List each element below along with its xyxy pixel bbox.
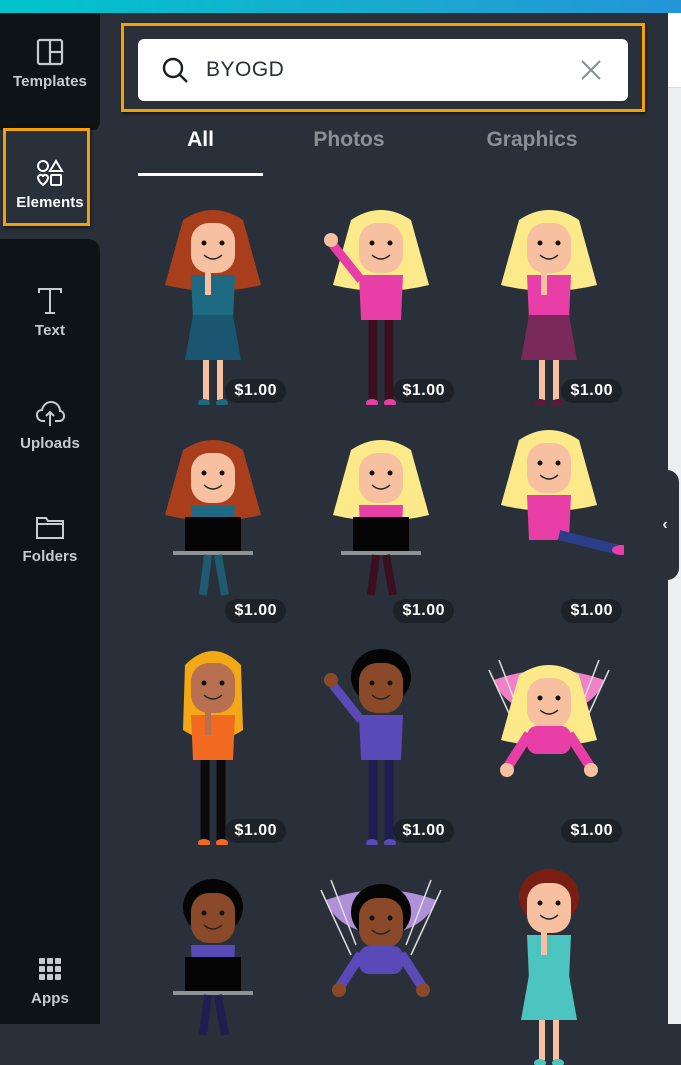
result-card[interactable]: $1.00 <box>474 640 624 845</box>
templates-icon <box>36 38 64 65</box>
price-badge: $1.00 <box>225 379 286 403</box>
character-illustration <box>501 210 597 405</box>
canvas-toolbar-edge <box>668 13 681 88</box>
price-badge: $1.00 <box>393 819 454 843</box>
rail-item-text[interactable]: Text <box>0 256 100 369</box>
price-badge: $1.00 <box>225 599 286 623</box>
elements-icon <box>37 159 64 187</box>
rail-item-apps[interactable]: Apps <box>0 936 100 1024</box>
search-input[interactable] <box>206 58 566 82</box>
search-bar <box>138 39 628 101</box>
rail-item-label: Elements <box>16 194 84 211</box>
result-card[interactable]: $1.00 <box>306 640 456 845</box>
result-card[interactable]: $1.00 <box>306 200 456 405</box>
rail-item-label: Folders <box>22 548 78 565</box>
price-badge: $1.00 <box>561 599 622 623</box>
character-illustration <box>324 210 429 405</box>
price-badge: $1.00 <box>393 379 454 403</box>
tab-graphics[interactable]: Graphics <box>468 128 596 176</box>
price-badge: $1.00 <box>393 599 454 623</box>
result-card[interactable] <box>138 860 288 1065</box>
rail-item-label: Apps <box>31 989 69 1007</box>
upload-cloud-icon <box>35 400 65 426</box>
price-badge: $1.00 <box>561 379 622 403</box>
character-illustration <box>488 659 610 777</box>
character-illustration <box>324 649 411 845</box>
result-card[interactable]: $1.00 <box>474 420 624 625</box>
result-card[interactable]: $1.00 <box>474 200 624 405</box>
character-illustration <box>519 869 579 1065</box>
character-illustration <box>320 879 442 997</box>
side-rail: Templates Elements Text Uploads Folders … <box>0 13 100 1024</box>
text-icon <box>38 288 62 314</box>
character-illustration <box>173 879 253 1036</box>
tab-photos[interactable]: Photos <box>286 128 412 176</box>
character-illustration <box>183 651 243 845</box>
result-card[interactable]: $1.00 <box>138 200 288 405</box>
chevron-left-icon: ‹ <box>662 516 668 533</box>
rail-item-uploads[interactable]: Uploads <box>0 369 100 482</box>
rail-item-label: Text <box>34 322 66 339</box>
rail-item-folders[interactable]: Folders <box>0 482 100 595</box>
rail-item-templates[interactable]: Templates <box>0 13 100 113</box>
character-illustration <box>165 210 261 405</box>
folder-icon <box>36 517 64 539</box>
close-icon[interactable] <box>579 58 603 82</box>
rail-item-elements[interactable]: Elements <box>0 130 100 239</box>
character-illustration <box>165 440 261 596</box>
result-card[interactable]: $1.00 <box>306 420 456 625</box>
result-card[interactable]: $1.00 <box>138 420 288 625</box>
collapse-panel-button[interactable]: ‹ <box>651 470 679 580</box>
search-icon <box>162 57 188 83</box>
character-illustration <box>333 440 429 596</box>
result-card[interactable]: $1.00 <box>138 640 288 845</box>
result-card[interactable] <box>306 860 456 1065</box>
brand-top-bar <box>0 0 681 13</box>
result-card[interactable] <box>474 860 624 1065</box>
apps-grid-icon <box>39 957 61 980</box>
price-badge: $1.00 <box>225 819 286 843</box>
result-tabs: All Photos Graphics <box>138 128 628 178</box>
rail-item-label: Uploads <box>20 435 80 452</box>
rail-item-label: Templates <box>13 72 87 90</box>
character-illustration <box>501 430 624 555</box>
price-badge: $1.00 <box>561 819 622 843</box>
tab-all[interactable]: All <box>138 128 263 176</box>
